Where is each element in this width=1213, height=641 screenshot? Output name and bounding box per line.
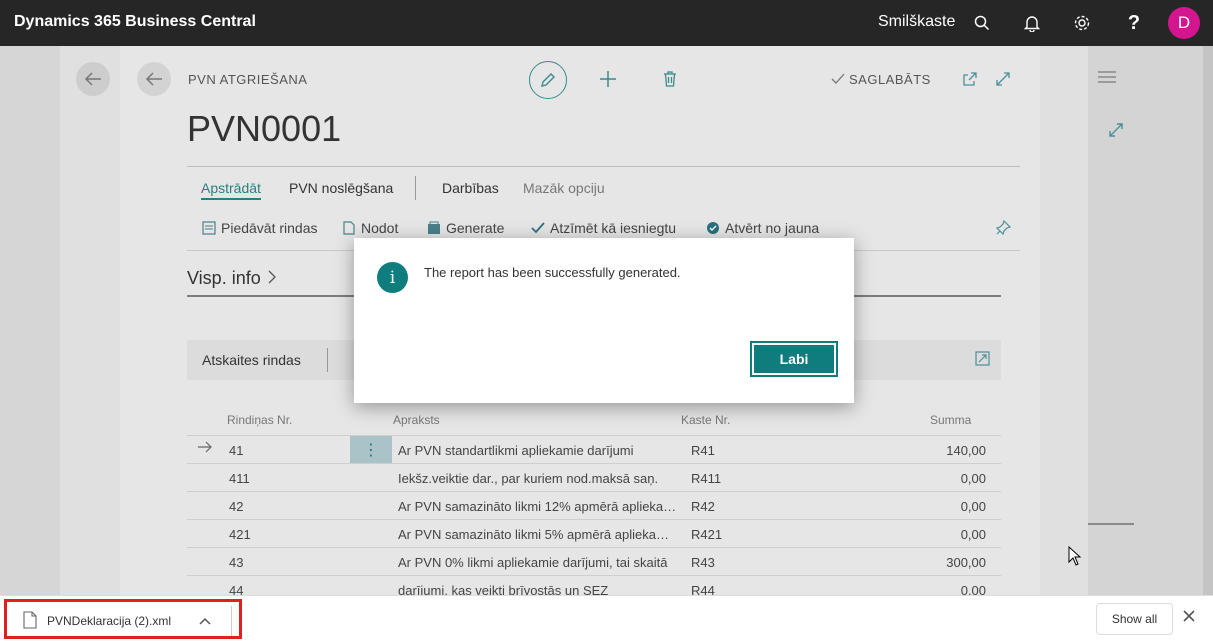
ok-button[interactable]: Labi [750,341,838,377]
cell-description: Ar PVN samazināto likmi 12% apmērā aplie… [398,499,678,514]
saved-check-icon [831,73,845,85]
top-bar: Dynamics 365 Business Central Smilškaste… [0,0,1213,46]
cell-box-no: R42 [691,499,715,514]
background-right-panel [1088,46,1203,595]
expand-icon[interactable] [1108,122,1124,143]
column-header-description[interactable]: Apraksts [393,413,440,427]
generate-label: Generate [446,220,505,236]
chevron-right-icon [268,268,276,289]
release-button[interactable]: Nodot [341,220,398,236]
tab-pvn-nosleegsana[interactable]: PVN noslēgšana [289,180,393,196]
suggest-lines-label: Piedāvāt rindas [221,220,318,236]
edit-button[interactable] [529,61,567,99]
tab-fewer-options[interactable]: Mazāk opciju [523,180,605,196]
cell-amount: 140,00 [946,443,986,458]
cell-line-no: 41 [229,443,244,458]
download-file-name: PVNDeklaracija (2).xml [47,614,172,628]
suggest-lines-button[interactable]: Piedāvāt rindas [201,220,318,236]
cell-line-no: 421 [229,527,251,542]
app-title[interactable]: Dynamics 365 Business Central [14,13,256,31]
mark-submitted-label: Atzīmēt kā iesniegtu [550,220,677,236]
help-icon[interactable]: ? [1122,11,1146,35]
delete-icon[interactable] [663,70,677,88]
avatar[interactable]: D [1168,7,1200,39]
pencil-icon [541,73,555,87]
cell-amount: 0,00 [960,527,986,542]
background-divider [1088,523,1134,525]
column-header-line-no[interactable]: Rindiņas Nr. [227,413,292,427]
expand-lines-icon[interactable] [975,351,990,371]
cell-description: Iekšz.veiktie dar., par kuriem nod.maksā… [398,471,659,486]
page-caption: PVN ATGRIEŠANA [188,72,308,87]
cell-amount: 0,00 [960,499,986,514]
download-separator [231,606,232,636]
column-header-amount[interactable]: Summa [930,413,971,427]
open-new-window-icon[interactable] [962,71,978,87]
tab-apstradat[interactable]: Apstrādāt [201,180,261,200]
file-icon [23,611,37,634]
success-dialog: i The report has been successfully gener… [354,238,854,403]
section-general-header[interactable]: Visp. info [187,268,276,289]
mark-submitted-button[interactable]: Atzīmēt kā iesniegtu [530,220,676,236]
reopen-icon [705,221,720,236]
close-icon[interactable] [1182,609,1196,628]
lines-title[interactable]: Atskaites rindas [202,352,301,368]
table-row[interactable]: 411 Iekšz.veiktie dar., par kuriem nod.m… [187,463,1001,491]
collapse-icon[interactable] [995,71,1011,87]
column-header-box-no[interactable]: Kaste Nr. [681,413,730,427]
cell-amount: 300,00 [946,555,986,570]
table-row[interactable]: 42 Ar PVN samazināto likmi 12% apmērā ap… [187,491,1001,519]
download-item[interactable]: PVNDeklaracija (2).xml [4,599,242,639]
bell-icon[interactable] [1020,11,1044,35]
reopen-button[interactable]: Atvērt no jauna [705,220,819,236]
company-name[interactable]: Smilškaste [878,13,955,31]
back-button[interactable] [137,62,171,96]
download-bar: PVNDeklaracija (2).xml Show all [0,595,1213,641]
hamburger-icon[interactable] [1098,70,1116,88]
row-menu-icon[interactable]: ⋮ [350,436,392,463]
cell-description: Ar PVN standartlikmi apliekamie darījumi [398,443,634,458]
document-icon [341,221,356,236]
section-general-title: Visp. info [187,268,261,288]
mouse-cursor-icon [1068,545,1082,571]
release-label: Nodot [361,220,399,236]
chevron-up-icon[interactable] [199,612,211,630]
cell-description: Ar PVN 0% likmi apliekamie darījumi, tai… [398,555,668,570]
cell-line-no: 43 [229,555,244,570]
checkmark-icon [530,221,545,236]
pin-icon[interactable] [995,220,1011,236]
page-title: PVN0001 [187,108,342,149]
outer-back-button[interactable] [76,62,110,96]
scrollbar[interactable] [1203,46,1213,595]
reopen-label: Atvērt no jauna [725,220,820,236]
cell-amount: 0,00 [960,471,986,486]
search-icon[interactable] [970,11,994,35]
show-all-button[interactable]: Show all [1096,603,1173,635]
new-icon[interactable] [599,70,617,88]
current-row-arrow-icon [197,441,213,456]
table-row[interactable]: 421 Ar PVN samazināto likmi 5% apmērā ap… [187,519,1001,547]
title-divider [187,166,1020,167]
cell-description: Ar PVN samazināto likmi 5% apmērā apliek… [398,527,678,542]
table-row[interactable]: 41 ⋮ Ar PVN standartlikmi apliekamie dar… [187,435,1001,463]
tab-separator [415,176,416,200]
tab-darbibas[interactable]: Darbības [442,180,499,196]
info-icon: i [377,262,408,293]
generate-icon [426,221,441,236]
lines-separator [327,348,328,372]
suggest-lines-icon [201,221,216,236]
table-row[interactable]: 43 Ar PVN 0% likmi apliekamie darījumi, … [187,547,1001,575]
cell-line-no: 411 [229,471,250,486]
gear-icon[interactable] [1070,11,1094,35]
cell-box-no: R41 [691,443,715,458]
generate-button[interactable]: Generate [426,220,504,236]
saved-status: SAGLABĀTS [849,72,931,87]
dialog-message: The report has been successfully generat… [424,265,681,280]
cell-box-no: R411 [691,471,722,486]
cell-line-no: 42 [229,499,244,514]
cell-box-no: R421 [691,527,723,542]
cell-box-no: R43 [691,555,715,570]
